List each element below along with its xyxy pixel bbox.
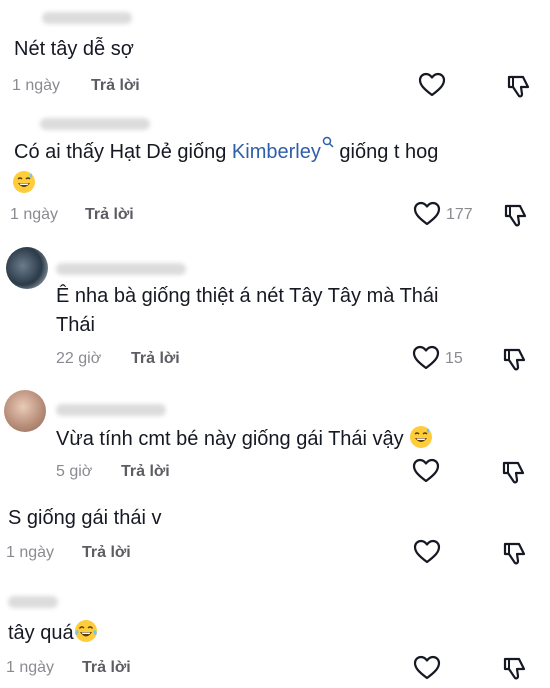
blurred-username xyxy=(56,263,186,275)
comment-text-part: giống t hog xyxy=(333,141,439,163)
reply-button[interactable]: Trả lời xyxy=(131,350,180,368)
comment-text: S giống gái thái v xyxy=(8,507,162,529)
comment-time: 1 ngày xyxy=(6,544,55,561)
like-count: 15 xyxy=(445,350,463,367)
thumbs-down-outline-icon[interactable] xyxy=(500,459,528,487)
heart-outline-icon[interactable] xyxy=(412,458,440,484)
reply-button[interactable]: Trả lời xyxy=(85,206,134,224)
comment-text: Có ai thấy Hạt Dẻ giống Kimberley giống … xyxy=(14,136,438,167)
comment-text: Vừa tính cmt bé này giống gái Thái vậy xyxy=(56,424,433,454)
heart-outline-icon[interactable] xyxy=(412,345,440,371)
search-icon xyxy=(322,136,334,148)
blurred-username xyxy=(8,596,58,608)
comment-time: 22 giờ xyxy=(56,350,102,367)
grinning-sweat-emoji xyxy=(13,171,35,193)
comment-text-part: Có ai thấy Hạt Dẻ giống xyxy=(14,141,232,163)
comment-time: 5 giờ xyxy=(56,463,93,480)
reply-button[interactable]: Trả lời xyxy=(82,544,131,562)
comment-time: 1 ngày xyxy=(12,77,61,94)
comment-text-line: Thái xyxy=(56,314,95,336)
blurred-username xyxy=(56,404,166,416)
comment-text-part: tây quá xyxy=(8,622,74,644)
grinning-sweat-emoji xyxy=(410,426,433,448)
reply-button[interactable]: Trả lời xyxy=(91,77,140,95)
mention-link[interactable]: Kimberley xyxy=(232,141,321,163)
avatar[interactable] xyxy=(4,390,46,432)
thumbs-down-outline-icon[interactable] xyxy=(501,540,529,568)
comment-text-part: Vừa tính cmt bé này giống gái Thái vậy xyxy=(56,428,404,450)
comment-text: tây quá xyxy=(8,618,98,648)
blurred-username xyxy=(42,12,132,24)
heart-outline-icon[interactable] xyxy=(413,655,441,681)
thumbs-down-outline-icon[interactable] xyxy=(505,73,533,101)
heart-outline-icon[interactable] xyxy=(418,72,446,98)
blurred-username xyxy=(40,118,150,130)
reply-button[interactable]: Trả lời xyxy=(121,463,170,481)
heart-outline-icon[interactable] xyxy=(413,201,441,227)
comment-text-line: Ê nha bà giống thiệt á nét Tây Tây mà Th… xyxy=(56,285,439,307)
heart-outline-icon[interactable] xyxy=(413,539,441,565)
comment-time: 1 ngày xyxy=(10,206,59,223)
comment-text: Nét tây dễ sợ xyxy=(14,38,134,60)
comment-thread: { "comments": [ { "text": "Nét tây dễ sợ… xyxy=(0,0,550,688)
tears-of-joy-emoji xyxy=(74,620,97,642)
thumbs-down-outline-icon[interactable] xyxy=(501,655,529,683)
comment-time: 1 ngày xyxy=(6,659,55,676)
thumbs-down-outline-icon[interactable] xyxy=(501,346,529,374)
avatar[interactable] xyxy=(6,247,48,289)
reply-button[interactable]: Trả lời xyxy=(82,659,131,677)
like-count: 177 xyxy=(446,206,473,223)
thumbs-down-outline-icon[interactable] xyxy=(502,202,530,230)
